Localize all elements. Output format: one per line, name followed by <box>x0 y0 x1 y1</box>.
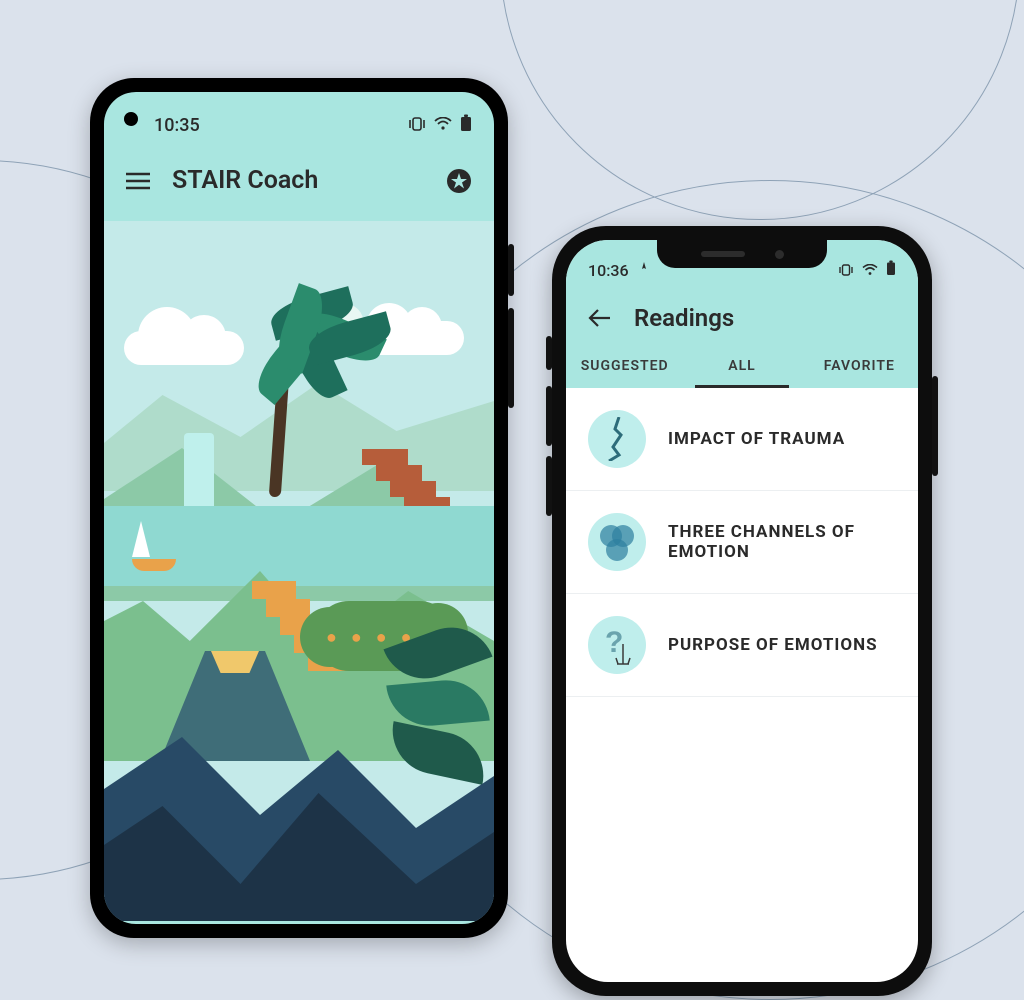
device-notch <box>657 240 827 268</box>
device-side-button <box>546 386 552 446</box>
device-side-button <box>932 376 938 476</box>
sailboat-icon <box>132 521 176 571</box>
readings-header: Readings <box>566 286 918 346</box>
ios-screen: 10:36 <box>566 240 918 982</box>
status-time: 10:36 <box>588 261 629 280</box>
favorite-star-button[interactable] <box>446 168 472 194</box>
device-android-frame: 10:35 STAIR Coach <box>90 78 508 938</box>
page-title: Readings <box>634 304 734 332</box>
reading-item-label: THREE CHANNELS OF EMOTION <box>668 522 896 562</box>
reading-item-label: PURPOSE OF EMOTIONS <box>668 635 878 655</box>
reading-item-purpose-of-emotions[interactable]: ? PURPOSE OF EMOTIONS <box>566 594 918 697</box>
android-status-bar: 10:35 <box>104 92 494 142</box>
tab-suggested[interactable]: SUGGESTED <box>566 346 683 388</box>
readings-tabs: SUGGESTED ALL FAVORITE <box>566 346 918 388</box>
vibrate-icon <box>838 261 854 280</box>
home-hero-illustration: ●●●●● <box>104 221 494 921</box>
device-ios-frame: 10:36 <box>552 226 932 996</box>
android-screen: 10:35 STAIR Coach <box>104 92 494 924</box>
tab-favorite[interactable]: FAVORITE <box>801 346 918 388</box>
vibrate-icon <box>408 115 426 136</box>
device-side-button <box>546 336 552 370</box>
menu-icon[interactable] <box>126 172 150 190</box>
status-time: 10:35 <box>154 115 200 136</box>
readings-list: IMPACT OF TRAUMA THREE CHANNELS OF EMOTI… <box>566 388 918 697</box>
device-side-button <box>546 456 552 516</box>
svg-text:?: ? <box>605 626 623 659</box>
palm-tree-icon <box>212 291 352 501</box>
plant-icon <box>368 621 488 801</box>
wifi-icon <box>434 115 452 136</box>
device-side-button <box>508 308 514 408</box>
tab-all[interactable]: ALL <box>683 346 800 388</box>
device-side-button <box>508 244 514 296</box>
wifi-icon <box>862 261 878 280</box>
reading-item-impact-of-trauma[interactable]: IMPACT OF TRAUMA <box>566 388 918 491</box>
location-icon <box>639 261 649 280</box>
question-icon: ? <box>588 616 646 674</box>
stairs-icon <box>362 449 408 513</box>
venn-icon <box>588 513 646 571</box>
crack-icon <box>588 410 646 468</box>
reading-item-three-channels[interactable]: THREE CHANNELS OF EMOTION <box>566 491 918 594</box>
front-camera <box>124 112 138 126</box>
battery-icon <box>886 260 896 280</box>
app-title: STAIR Coach <box>172 166 424 195</box>
app-header: STAIR Coach <box>104 142 494 221</box>
battery-icon <box>460 114 472 137</box>
reading-item-label: IMPACT OF TRAUMA <box>668 429 845 449</box>
back-arrow-icon[interactable] <box>588 308 612 328</box>
